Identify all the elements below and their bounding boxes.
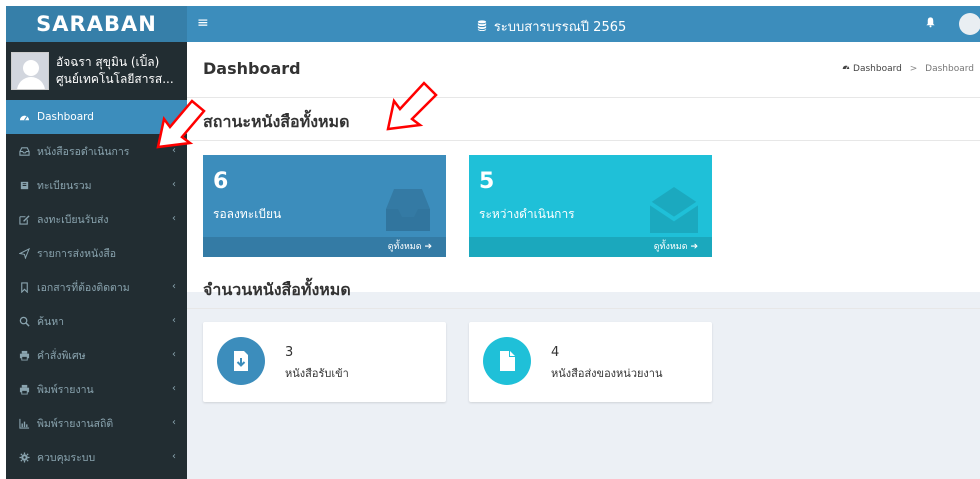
- card-in-progress[interactable]: 5 ระหว่างดำเนินการ ดูทั้งหมด ➔: [469, 155, 712, 257]
- bell-icon[interactable]: [925, 16, 936, 31]
- section-title-total: จำนวนหนังสือทั้งหมด: [203, 280, 351, 299]
- card-label: ระหว่างดำเนินการ: [479, 207, 575, 221]
- infobox-count: 3: [285, 345, 294, 360]
- sidebar-item-label: คำสั่งพิเศษ: [37, 349, 86, 362]
- user-info: อัจฉรา สุขุมิน (เปิ้ล) ศูนย์เทคโนโลยีสาร…: [56, 54, 184, 88]
- inbox-icon: [386, 189, 430, 231]
- infobox-label: หนังสือรับเข้า: [285, 367, 349, 380]
- breadcrumb: Dashboard > Dashboard: [842, 63, 974, 74]
- chevron-left-icon: ‹: [172, 315, 176, 326]
- chevron-left-icon: ‹: [172, 213, 176, 224]
- infobox-outgoing[interactable]: 4 หนังสือส่งของหน่วยงาน: [469, 322, 712, 402]
- sidebar-item-print-report[interactable]: พิมพ์รายงาน ‹: [6, 372, 187, 406]
- app-title: ระบบสารบรรณปี 2565: [477, 16, 626, 37]
- sidebar-item-label: หนังสือรอดำเนินการ: [37, 145, 130, 158]
- section-divider: [187, 308, 980, 309]
- dashboard-icon: [17, 112, 31, 123]
- sidebar-item-label: ควบคุมระบบ: [37, 451, 96, 464]
- database-icon: [477, 20, 491, 34]
- sidebar-item-label: พิมพ์รายงาน: [37, 383, 94, 396]
- sidebar-item-system-control[interactable]: ควบคุมระบบ ‹: [6, 440, 187, 474]
- file-icon: [483, 337, 531, 385]
- print-icon: [17, 350, 31, 361]
- card-view-all-link[interactable]: ดูทั้งหมด ➔: [469, 237, 712, 257]
- bar-chart-icon: [17, 418, 31, 429]
- header-divider: [187, 97, 980, 98]
- sidebar-item-registry[interactable]: ทะเบียนรวม ‹: [6, 168, 187, 202]
- print-icon: [17, 384, 31, 395]
- sidebar-item-search[interactable]: ค้นหา ‹: [6, 304, 187, 338]
- card-count: 5: [479, 169, 495, 194]
- incoming-document-icon: [217, 337, 265, 385]
- inbox-icon: [17, 146, 31, 157]
- sidebar-item-label: ทะเบียนรวม: [37, 179, 92, 192]
- breadcrumb-link-dashboard[interactable]: Dashboard: [853, 64, 902, 74]
- envelope-open-icon: [648, 187, 700, 233]
- infobox-count: 4: [551, 345, 560, 360]
- dashboard-icon: [842, 64, 853, 74]
- sidebar-item-sent-list[interactable]: รายการส่งหนังสือ: [6, 236, 187, 270]
- sidebar-item-label: เอกสารที่ต้องติดตาม: [37, 281, 130, 294]
- annotation-arrow-card: [386, 81, 438, 131]
- annotation-arrow-sidebar: [156, 99, 206, 149]
- infobox-incoming[interactable]: 3 หนังสือรับเข้า: [203, 322, 446, 402]
- section-divider: [187, 140, 980, 141]
- chevron-left-icon: ‹: [172, 451, 176, 462]
- app-root: SARABAN อัจฉรา สุขุมิน (เปิ้ล) ศูนย์เทคโ…: [0, 0, 980, 479]
- app-title-text: ระบบสารบรรณปี 2565: [493, 20, 627, 35]
- card-count: 6: [213, 169, 229, 194]
- header-user-avatar[interactable]: [959, 13, 980, 35]
- top-header: ≡ ระบบสารบรรณปี 2565: [187, 6, 980, 42]
- bookmark-icon: [17, 281, 31, 293]
- card-label: รอลงทะเบียน: [213, 207, 282, 221]
- gear-icon: [17, 451, 31, 463]
- infobox-label: หนังสือส่งของหน่วยงาน: [551, 367, 663, 380]
- user-name: อัจฉรา สุขุมิน (เปิ้ล): [56, 55, 160, 69]
- sidebar-item-label: รายการส่งหนังสือ: [37, 247, 117, 260]
- search-icon: [17, 316, 31, 327]
- section-title-status: สถานะหนังสือทั้งหมด: [203, 112, 350, 131]
- breadcrumb-current: Dashboard: [925, 64, 974, 74]
- app-logo: SARABAN: [36, 12, 157, 36]
- sidebar-item-label: ลงทะเบียนรับส่ง: [37, 213, 109, 226]
- user-avatar: [11, 52, 49, 90]
- sidebar-item-label: พิมพ์รายงานสถิติ: [37, 417, 114, 430]
- sidebar: SARABAN อัจฉรา สุขุมิน (เปิ้ล) ศูนย์เทคโ…: [6, 6, 187, 479]
- sidebar-item-label: Dashboard: [37, 111, 94, 123]
- sidebar-item-stats-report[interactable]: พิมพ์รายงานสถิติ ‹: [6, 406, 187, 440]
- breadcrumb-separator: >: [909, 64, 918, 74]
- chevron-left-icon: ‹: [172, 281, 176, 292]
- sidebar-item-follow-up[interactable]: เอกสารที่ต้องติดตาม ‹: [6, 270, 187, 304]
- sidebar-menu: Dashboard หนังสือรอดำเนินการ ‹ ทะเบียนรว…: [6, 100, 187, 474]
- sidebar-item-register-send[interactable]: ลงทะเบียนรับส่ง ‹: [6, 202, 187, 236]
- chevron-left-icon: ‹: [172, 349, 176, 360]
- chevron-left-icon: ‹: [172, 417, 176, 428]
- edit-icon: [17, 214, 31, 225]
- sidebar-item-special-orders[interactable]: คำสั่งพิเศษ ‹: [6, 338, 187, 372]
- card-view-all-link[interactable]: ดูทั้งหมด ➔: [203, 237, 446, 257]
- user-panel: อัจฉรา สุขุมิน (เปิ้ล) ศูนย์เทคโนโลยีสาร…: [6, 42, 187, 100]
- chevron-left-icon: ‹: [172, 383, 176, 394]
- card-pending-registration[interactable]: 6 รอลงทะเบียน ดูทั้งหมด ➔: [203, 155, 446, 257]
- menu-toggle-icon[interactable]: ≡: [197, 15, 209, 31]
- logo-bar[interactable]: SARABAN: [6, 6, 187, 42]
- chevron-left-icon: ‹: [172, 179, 176, 190]
- send-icon: [17, 247, 31, 259]
- book-icon: [17, 180, 31, 191]
- sidebar-item-label: ค้นหา: [37, 315, 65, 328]
- user-org: ศูนย์เทคโนโลยีสารส...: [56, 72, 174, 86]
- main-content: Dashboard Dashboard > Dashboard สถานะหนั…: [187, 42, 980, 479]
- page-title: Dashboard: [203, 59, 301, 78]
